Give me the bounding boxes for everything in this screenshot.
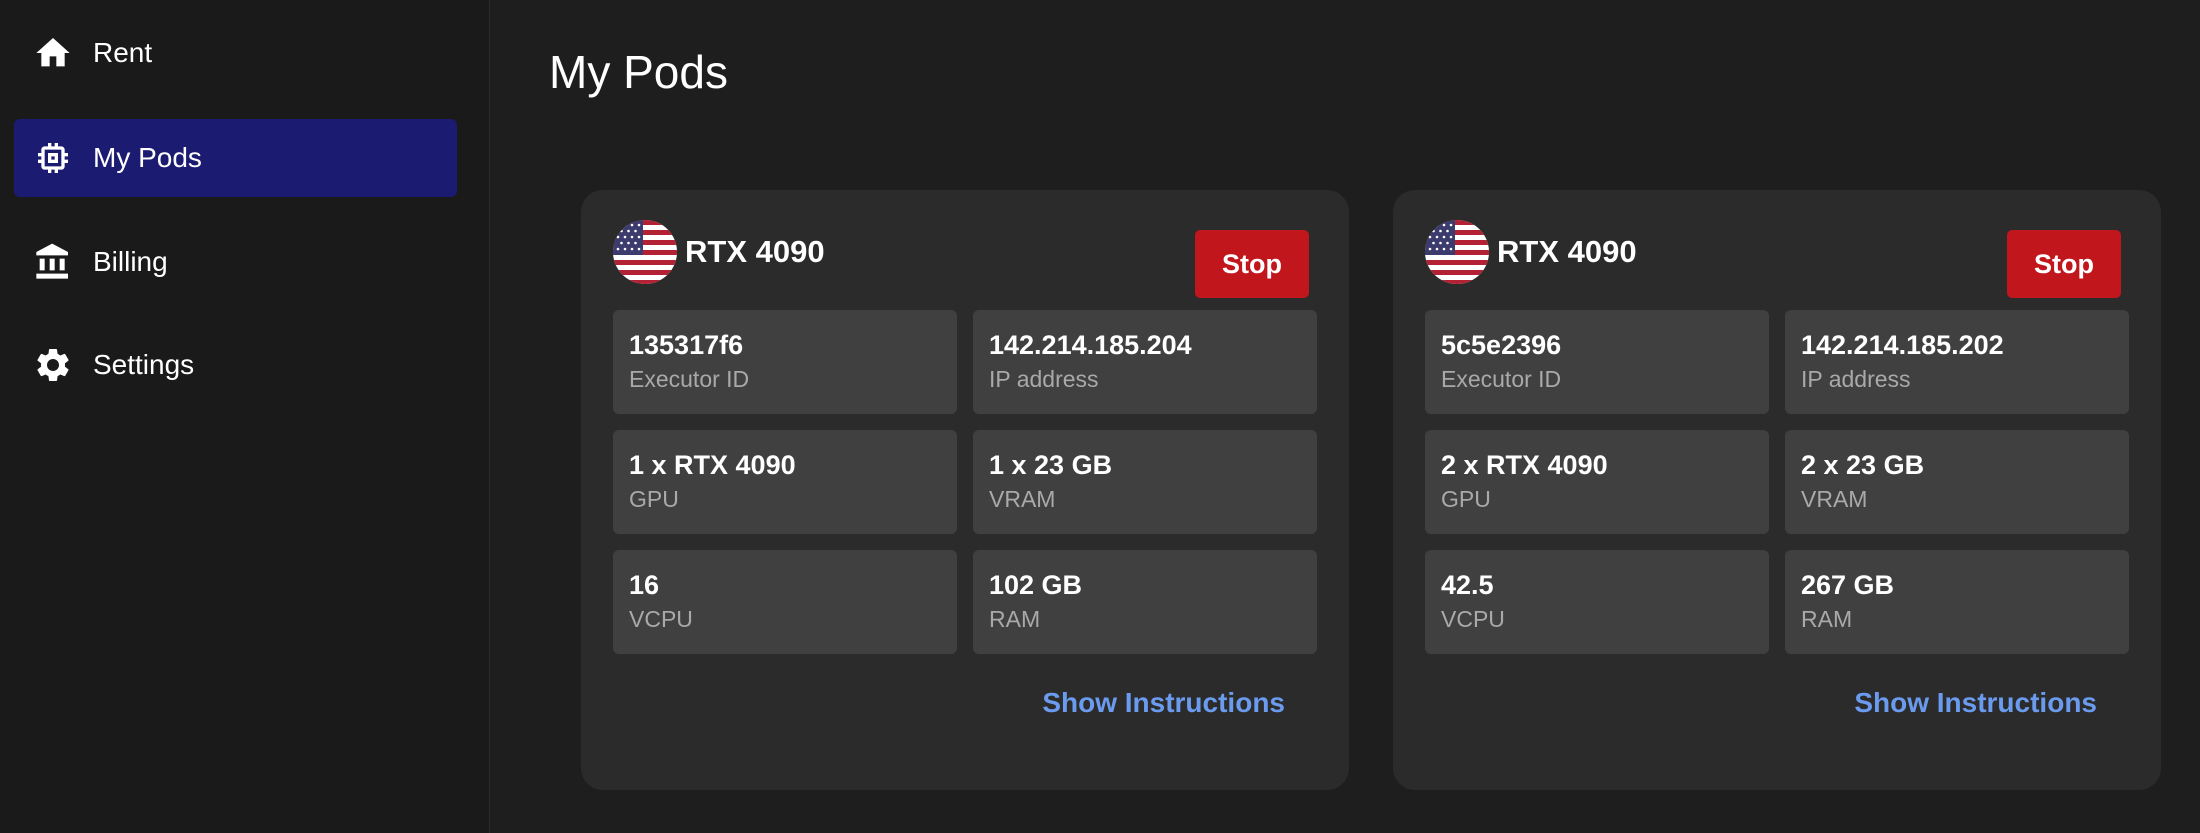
ram-cell: 102 GB RAM <box>973 550 1317 654</box>
pod-header: RTX 4090 <box>613 220 825 284</box>
ram-label: RAM <box>1801 606 1853 632</box>
vcpu-cell: 16 VCPU <box>613 550 957 654</box>
sidebar-item-label: Rent <box>93 37 153 68</box>
stop-button[interactable]: Stop <box>1195 230 1309 298</box>
vram-cell: 2 x 23 GB VRAM <box>1785 430 2129 534</box>
vram-value: 1 x 23 GB <box>989 450 1113 480</box>
sidebar-item-rent[interactable]: Rent <box>14 14 457 92</box>
sidebar-item-my-pods[interactable]: My Pods <box>14 119 457 197</box>
sidebar: Rent My Pods Billing Settings <box>0 0 490 833</box>
sidebar-item-label: Billing <box>93 246 168 277</box>
executor-id-value: 135317f6 <box>629 330 744 360</box>
us-flag-icon <box>613 220 677 284</box>
home-icon <box>32 32 74 74</box>
gpu-value: 2 x RTX 4090 <box>1441 450 1608 480</box>
vcpu-value: 16 <box>629 570 660 600</box>
executor-id-label: Executor ID <box>629 366 750 392</box>
ip-address-label: IP address <box>1801 366 1911 392</box>
bank-icon <box>32 241 74 283</box>
vram-value: 2 x 23 GB <box>1801 450 1925 480</box>
app-root: Rent My Pods Billing Settings My Pods RT… <box>0 0 2200 833</box>
ram-value: 102 GB <box>989 570 1083 600</box>
pod-header: RTX 4090 <box>1425 220 1637 284</box>
pod-info-grid: 135317f6 Executor ID 142.214.185.204 IP … <box>613 310 1317 654</box>
chip-icon <box>32 137 74 179</box>
ip-address-cell: 142.214.185.204 IP address <box>973 310 1317 414</box>
sidebar-item-label: Settings <box>93 349 195 380</box>
us-flag-icon <box>1425 220 1489 284</box>
page-title: My Pods <box>549 46 728 98</box>
vcpu-value: 42.5 <box>1441 570 1494 600</box>
ip-address-cell: 142.214.185.202 IP address <box>1785 310 2129 414</box>
gpu-value: 1 x RTX 4090 <box>629 450 796 480</box>
executor-id-value: 5c5e2396 <box>1441 330 1562 360</box>
gear-icon <box>32 344 74 386</box>
vram-cell: 1 x 23 GB VRAM <box>973 430 1317 534</box>
pod-card: RTX 4090 Stop 5c5e2396 Executor ID 142.2… <box>1393 190 2161 790</box>
executor-id-cell: 135317f6 Executor ID <box>613 310 957 414</box>
executor-id-cell: 5c5e2396 Executor ID <box>1425 310 1769 414</box>
pod-gpu-title: RTX 4090 <box>685 234 825 269</box>
ram-value: 267 GB <box>1801 570 1895 600</box>
sidebar-item-settings[interactable]: Settings <box>14 326 457 404</box>
executor-id-label: Executor ID <box>1441 366 1562 392</box>
ram-label: RAM <box>989 606 1041 632</box>
stop-button[interactable]: Stop <box>2007 230 2121 298</box>
sidebar-item-billing[interactable]: Billing <box>14 223 457 301</box>
pod-gpu-title: RTX 4090 <box>1497 234 1637 269</box>
vcpu-label: VCPU <box>1441 606 1505 632</box>
gpu-cell: 2 x RTX 4090 GPU <box>1425 430 1769 534</box>
sidebar-item-label: My Pods <box>93 142 202 173</box>
vcpu-label: VCPU <box>629 606 693 632</box>
vram-label: VRAM <box>989 486 1056 512</box>
ip-address-value: 142.214.185.202 <box>1801 330 2004 360</box>
pod-info-grid: 5c5e2396 Executor ID 142.214.185.202 IP … <box>1425 310 2129 654</box>
ip-address-label: IP address <box>989 366 1099 392</box>
pod-card: RTX 4090 Stop 135317f6 Executor ID 142.2… <box>581 190 1349 790</box>
ram-cell: 267 GB RAM <box>1785 550 2129 654</box>
gpu-label: GPU <box>1441 486 1491 512</box>
gpu-label: GPU <box>629 486 679 512</box>
vram-label: VRAM <box>1801 486 1868 512</box>
gpu-cell: 1 x RTX 4090 GPU <box>613 430 957 534</box>
show-instructions-link[interactable]: Show Instructions <box>1042 687 1285 719</box>
ip-address-value: 142.214.185.204 <box>989 330 1192 360</box>
main-content: My Pods RTX 4090 Stop 135317f6 Executor … <box>491 0 2200 833</box>
vcpu-cell: 42.5 VCPU <box>1425 550 1769 654</box>
show-instructions-link[interactable]: Show Instructions <box>1854 687 2097 719</box>
